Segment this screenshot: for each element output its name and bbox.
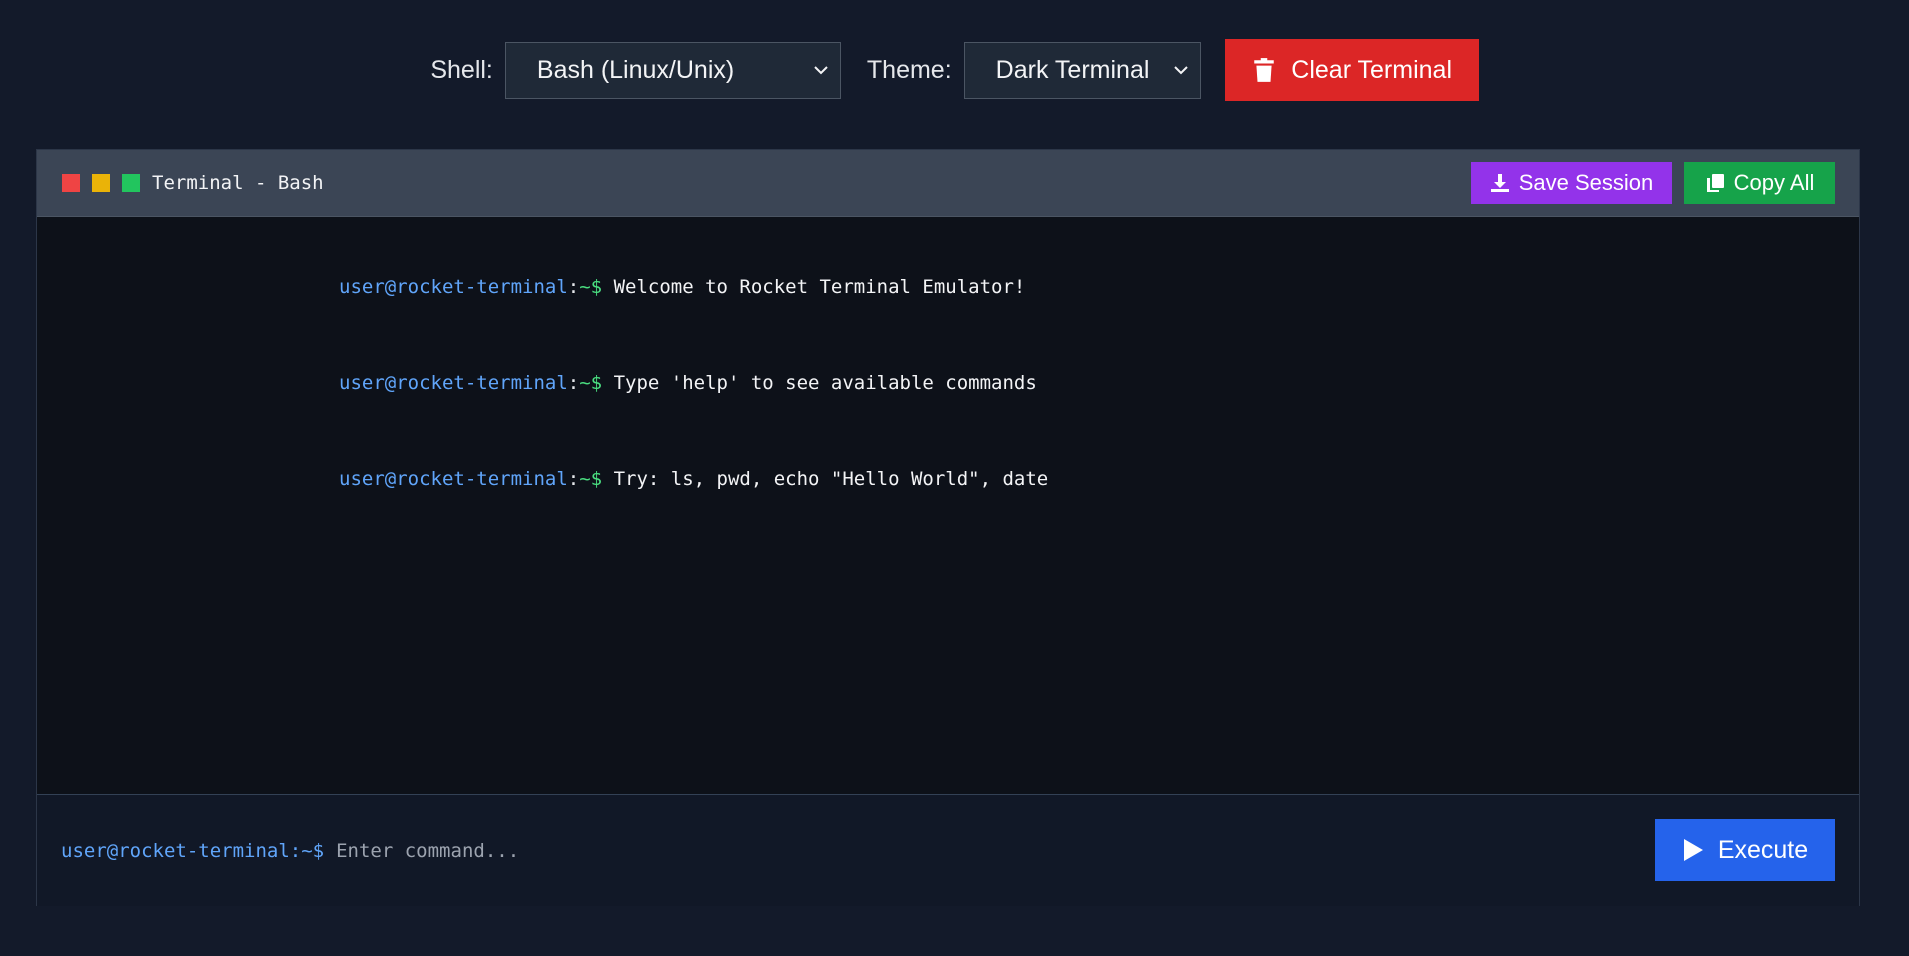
shell-select-value: Bash (Linux/Unix) (536, 55, 735, 84)
command-input-row: user@rocket-terminal:~$ Execute (37, 794, 1859, 906)
execute-label: Execute (1717, 835, 1809, 864)
download-icon (1490, 174, 1509, 192)
prompt-user: user@rocket-terminal (339, 372, 568, 394)
theme-label: Theme: (866, 55, 952, 84)
copy-all-button[interactable]: Copy All (1684, 162, 1835, 204)
toolbar: Shell: Bash (Linux/Unix) Theme: Dark Ter… (0, 39, 1909, 101)
shell-label: Shell: (430, 55, 493, 84)
minimize-dot-icon[interactable] (92, 174, 110, 192)
trash-icon (1254, 58, 1275, 82)
clear-terminal-label: Clear Terminal (1291, 55, 1453, 84)
input-prompt: user@rocket-terminal:~$ (61, 839, 325, 862)
play-icon (1683, 839, 1703, 861)
execute-button[interactable]: Execute (1655, 819, 1835, 881)
save-session-button[interactable]: Save Session (1471, 162, 1672, 204)
output-text: Welcome to Rocket Terminal Emulator! (602, 276, 1026, 298)
prompt-colon: : (567, 276, 580, 298)
theme-select-value: Dark Terminal (995, 55, 1150, 84)
prompt-user: user@rocket-terminal (339, 276, 568, 298)
prompt-colon: : (567, 372, 580, 394)
prompt-path: ~$ (579, 468, 603, 490)
theme-select[interactable]: Dark Terminal (963, 41, 1201, 99)
terminal-output: user@rocket-terminal:~$ Welcome to Rocke… (37, 217, 1859, 794)
clear-terminal-button[interactable]: Clear Terminal (1224, 39, 1479, 101)
command-input[interactable] (336, 839, 1637, 862)
copy-all-label: Copy All (1733, 170, 1815, 195)
copy-icon (1706, 174, 1724, 192)
output-line: user@rocket-terminal:~$ Try: ls, pwd, ec… (37, 468, 1859, 564)
terminal-window: Terminal - Bash Save Session Copy All us… (36, 149, 1860, 906)
close-dot-icon[interactable] (62, 174, 80, 192)
prompt-path: ~$ (579, 276, 603, 298)
output-line: user@rocket-terminal:~$ Type 'help' to s… (37, 372, 1859, 468)
save-session-label: Save Session (1518, 170, 1654, 195)
chevron-down-icon (814, 65, 828, 74)
terminal-header: Terminal - Bash Save Session Copy All (37, 150, 1859, 217)
prompt-colon: : (567, 468, 580, 490)
output-text: Try: ls, pwd, echo "Hello World", date (602, 468, 1049, 490)
prompt-path: ~$ (579, 372, 603, 394)
output-line: user@rocket-terminal:~$ Welcome to Rocke… (37, 276, 1859, 372)
chevron-down-icon (1173, 65, 1188, 74)
prompt-user: user@rocket-terminal (339, 468, 568, 490)
shell-select[interactable]: Bash (Linux/Unix) (504, 41, 841, 99)
output-text: Type 'help' to see available commands (602, 372, 1037, 394)
terminal-title: Terminal - Bash (152, 172, 324, 194)
maximize-dot-icon[interactable] (122, 174, 140, 192)
